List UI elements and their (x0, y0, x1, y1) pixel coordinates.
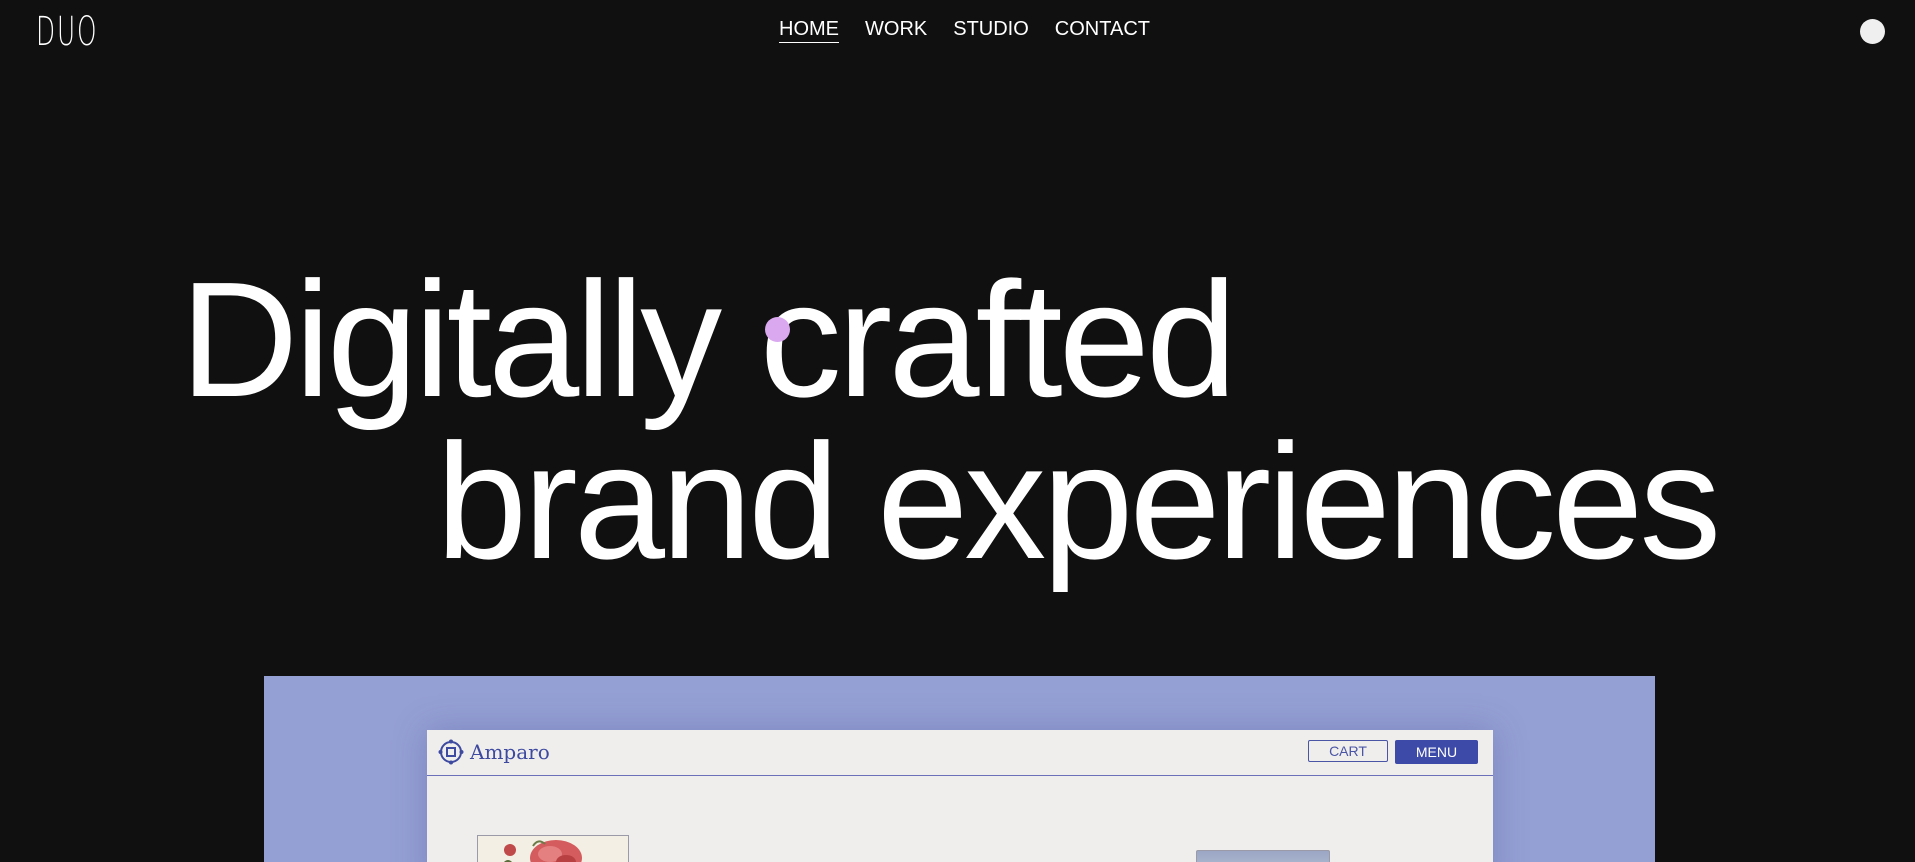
nav-contact[interactable]: CONTACT (1055, 16, 1150, 43)
nav-work[interactable]: WORK (865, 16, 927, 43)
mock-product-image-flowers (477, 835, 629, 862)
nav-studio[interactable]: STUDIO (953, 16, 1029, 43)
main-nav: HOME WORK STUDIO CONTACT (0, 16, 1915, 43)
mock-product-image-2 (1196, 850, 1330, 862)
mock-cart-button: CART (1308, 740, 1388, 762)
mock-brand-name: Amparo (470, 740, 550, 764)
theme-toggle-circle-icon[interactable] (1860, 19, 1885, 44)
hero-title-line-2: brand experiences (436, 409, 1721, 593)
mock-header: Amparo CART MENU (427, 730, 1493, 776)
nav-home[interactable]: HOME (779, 16, 840, 43)
mock-logo: Amparo (438, 739, 550, 765)
hero-title-line-1: Digitally crafted (180, 247, 1237, 431)
project-showcase[interactable]: Amparo CART MENU (264, 676, 1655, 862)
mock-menu-button: MENU (1395, 740, 1478, 764)
mock-website-preview: Amparo CART MENU (427, 730, 1493, 862)
ornament-icon (438, 739, 464, 765)
cursor-dot-icon (765, 317, 790, 342)
